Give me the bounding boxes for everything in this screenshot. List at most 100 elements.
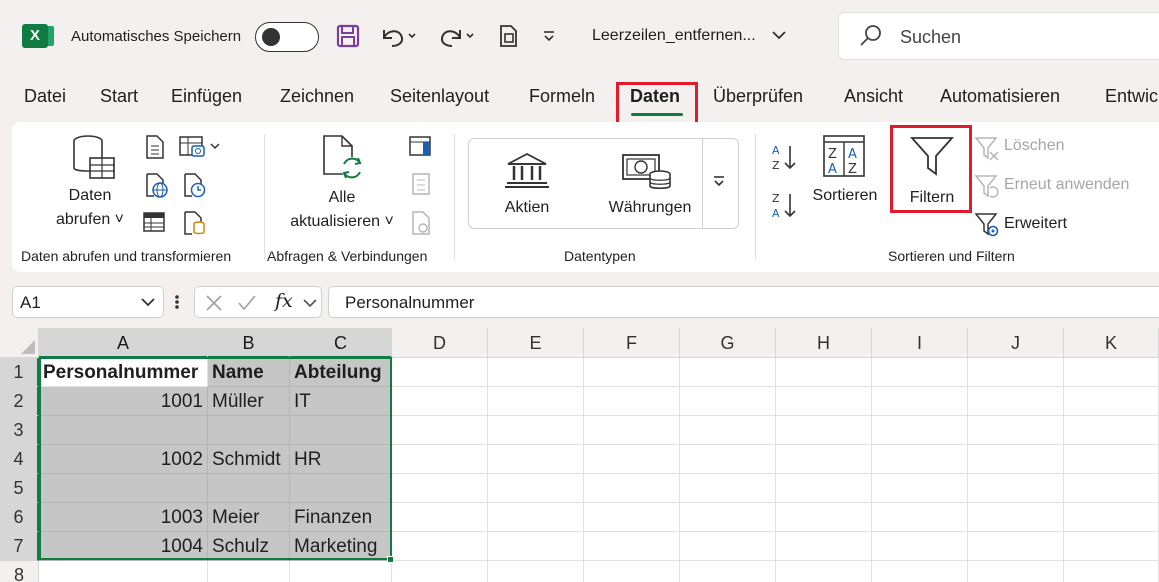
cell-k8[interactable] [1064,561,1159,582]
reapply-button[interactable]: Erneut anwenden [1004,176,1129,194]
cell-a6[interactable]: 1003 [39,503,208,532]
column-header-f[interactable]: F [584,328,680,358]
cell-f1[interactable] [584,358,680,387]
cell-b4[interactable]: Schmidt [208,445,290,474]
cell-i8[interactable] [872,561,968,582]
tab-zeichnen[interactable]: Zeichnen [280,86,354,107]
cell-a4[interactable]: 1002 [39,445,208,474]
cell-e6[interactable] [488,503,584,532]
cell-e2[interactable] [488,387,584,416]
column-header-h[interactable]: H [776,328,872,358]
cell-i3[interactable] [872,416,968,445]
cell-b3[interactable] [208,416,290,445]
row-header-1[interactable]: 1 [0,358,39,387]
save-icon[interactable] [334,22,362,50]
cell-a2[interactable]: 1001 [39,387,208,416]
queries-connections-icon[interactable] [408,134,432,158]
cell-a3[interactable] [39,416,208,445]
cell-b5[interactable] [208,474,290,503]
cell-i7[interactable] [872,532,968,561]
cell-b6[interactable]: Meier [208,503,290,532]
cell-c5[interactable] [290,474,392,503]
chevron-down-icon[interactable] [141,297,155,307]
name-box[interactable]: A1 [12,286,164,318]
from-table-icon[interactable] [142,210,166,234]
tab-formeln[interactable]: Formeln [529,86,595,107]
from-web-icon[interactable] [144,172,168,198]
cell-h3[interactable] [776,416,872,445]
column-header-e[interactable]: E [488,328,584,358]
tab-datei[interactable]: Datei [24,86,66,107]
more-options-icon[interactable] [173,292,181,312]
advanced-filter-button[interactable]: Erweitert [1004,215,1067,233]
sort-button[interactable]: Sortieren [804,184,886,208]
existing-connections-icon[interactable] [182,210,206,236]
cell-a7[interactable]: 1004 [39,532,208,561]
insert-function-button[interactable]: fx [275,290,293,312]
tab-automatisieren[interactable]: Automatisieren [940,86,1060,107]
cell-a1[interactable]: Personalnummer [39,358,208,387]
sort-za-icon[interactable]: ZA [770,190,798,220]
cell-j6[interactable] [968,503,1064,532]
row-header-5[interactable]: 5 [0,474,39,503]
row-header-8[interactable]: 8 [0,561,39,582]
row-header-2[interactable]: 2 [0,387,39,416]
column-header-i[interactable]: I [872,328,968,358]
currencies-button[interactable]: Währungen [594,196,706,220]
cancel-icon[interactable] [205,294,223,312]
column-header-a[interactable]: A [39,328,208,358]
column-header-c[interactable]: C [290,328,392,358]
cell-h6[interactable] [776,503,872,532]
column-header-j[interactable]: J [968,328,1064,358]
cell-c2[interactable]: IT [290,387,392,416]
cell-b7[interactable]: Schulz [208,532,290,561]
cell-d8[interactable] [392,561,488,582]
cell-h4[interactable] [776,445,872,474]
cell-k6[interactable] [1064,503,1159,532]
cell-h5[interactable] [776,474,872,503]
sort-az-icon[interactable]: AZ [770,142,798,172]
cell-j2[interactable] [968,387,1064,416]
cell-e5[interactable] [488,474,584,503]
cell-e3[interactable] [488,416,584,445]
cell-f4[interactable] [584,445,680,474]
formula-input[interactable]: Personalnummer [328,286,1159,318]
cell-i1[interactable] [872,358,968,387]
cell-g2[interactable] [680,387,776,416]
from-picture-icon[interactable] [178,134,222,160]
stocks-button[interactable]: Aktien [492,196,562,220]
get-data-button[interactable]: Daten abrufen ˅ [50,184,130,232]
cell-f7[interactable] [584,532,680,561]
customize-toolbar-icon[interactable] [538,22,560,50]
cell-h1[interactable] [776,358,872,387]
cell-k3[interactable] [1064,416,1159,445]
refresh-all-button[interactable]: Alle aktualisieren ˅ [278,186,406,234]
cell-g3[interactable] [680,416,776,445]
cell-k5[interactable] [1064,474,1159,503]
column-header-d[interactable]: D [392,328,488,358]
from-text-icon[interactable] [144,134,166,160]
cell-h2[interactable] [776,387,872,416]
cell-f5[interactable] [584,474,680,503]
cell-k1[interactable] [1064,358,1159,387]
cell-a8[interactable] [39,561,208,582]
cell-c7[interactable]: Marketing [290,532,392,561]
chevron-down-icon[interactable] [303,298,317,308]
cell-k2[interactable] [1064,387,1159,416]
cell-g5[interactable] [680,474,776,503]
fill-handle[interactable] [387,556,394,563]
column-header-k[interactable]: K [1064,328,1159,358]
cell-c8[interactable] [290,561,392,582]
cell-i4[interactable] [872,445,968,474]
cell-d6[interactable] [392,503,488,532]
cell-b1[interactable]: Name [208,358,290,387]
row-header-7[interactable]: 7 [0,532,39,561]
cell-b8[interactable] [208,561,290,582]
cell-j7[interactable] [968,532,1064,561]
print-preview-icon[interactable] [496,22,522,50]
gallery-more-icon[interactable] [712,174,726,188]
cell-e1[interactable] [488,358,584,387]
cell-g8[interactable] [680,561,776,582]
cell-g6[interactable] [680,503,776,532]
cell-h8[interactable] [776,561,872,582]
